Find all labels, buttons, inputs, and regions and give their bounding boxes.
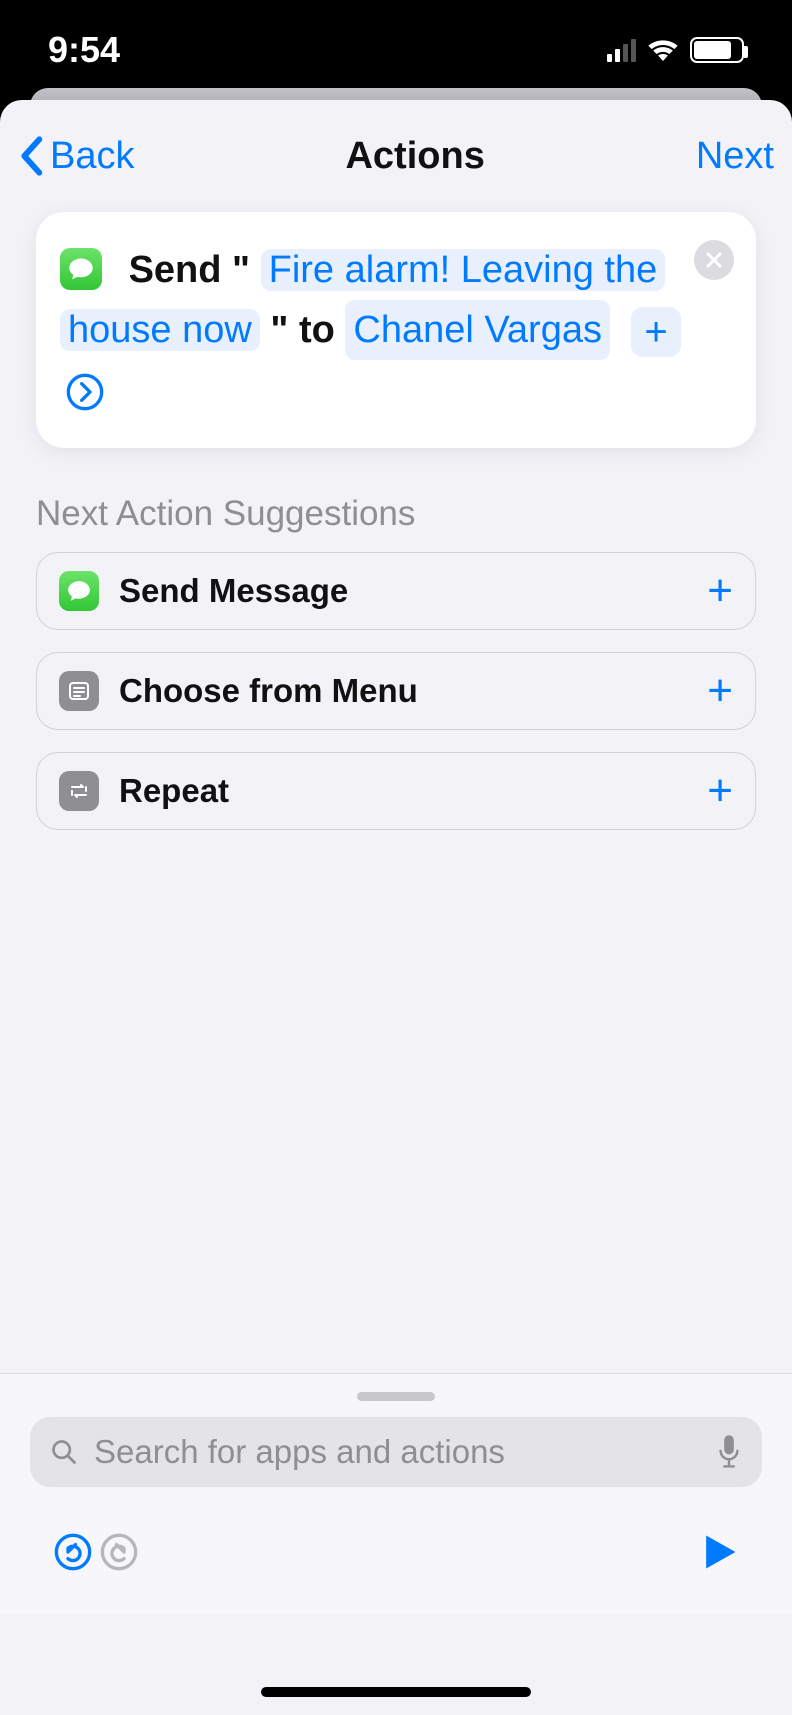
search-input[interactable] (92, 1417, 702, 1487)
mic-icon[interactable] (716, 1434, 742, 1470)
run-button[interactable] (696, 1529, 742, 1575)
action-verb: Send (129, 249, 222, 291)
search-icon (50, 1438, 78, 1466)
add-suggestion-button[interactable]: + (707, 666, 733, 716)
suggestion-label: Choose from Menu (119, 672, 687, 710)
page-title: Actions (345, 135, 484, 178)
suggestion-repeat[interactable]: Repeat + (36, 752, 756, 830)
nav-bar: Back Actions Next (0, 100, 792, 212)
battery-icon (690, 37, 744, 63)
modal-sheet: Back Actions Next Send " Fire alarm! Lea… (0, 100, 792, 1715)
next-label: Next (696, 135, 774, 178)
add-suggestion-button[interactable]: + (707, 566, 733, 616)
suggestion-label: Send Message (119, 572, 687, 610)
suggestions-header: Next Action Suggestions (0, 448, 792, 552)
bottom-dock (0, 1373, 792, 1615)
search-field[interactable] (30, 1417, 762, 1487)
back-label: Back (50, 135, 134, 178)
messages-app-icon (59, 571, 99, 611)
cellular-signal-icon (607, 39, 636, 62)
recipient-token[interactable]: Chanel Vargas (345, 300, 610, 360)
close-icon (704, 250, 724, 270)
to-word: to (299, 309, 335, 351)
back-button[interactable]: Back (18, 135, 134, 178)
home-indicator[interactable] (261, 1687, 531, 1697)
status-bar: 9:54 (0, 0, 792, 100)
suggestion-send-message[interactable]: Send Message + (36, 552, 756, 630)
suggestions-list: Send Message + Choose from Menu + Repeat… (0, 552, 792, 830)
add-recipient-button[interactable]: + (631, 307, 681, 357)
messages-app-icon (60, 248, 102, 290)
expand-action-button[interactable] (60, 367, 110, 417)
status-time: 9:54 (48, 29, 120, 71)
status-indicators (607, 37, 744, 63)
redo-button[interactable] (96, 1529, 142, 1575)
repeat-icon (59, 771, 99, 811)
menu-icon (59, 671, 99, 711)
next-button[interactable]: Next (696, 135, 774, 178)
device-frame: 9:54 Back Actions Next (0, 0, 792, 1715)
sheet-grabber[interactable] (357, 1392, 435, 1401)
quote-open: " (232, 249, 250, 291)
clear-action-button[interactable] (694, 240, 734, 280)
suggestion-label: Repeat (119, 772, 687, 810)
add-suggestion-button[interactable]: + (707, 766, 733, 816)
suggestion-choose-from-menu[interactable]: Choose from Menu + (36, 652, 756, 730)
bottom-toolbar (0, 1509, 792, 1615)
chevron-left-icon (18, 136, 44, 176)
action-card[interactable]: Send " Fire alarm! Leaving the house now… (36, 212, 756, 448)
wifi-icon (648, 39, 678, 61)
undo-button[interactable] (50, 1529, 96, 1575)
quote-close: " (270, 309, 288, 351)
